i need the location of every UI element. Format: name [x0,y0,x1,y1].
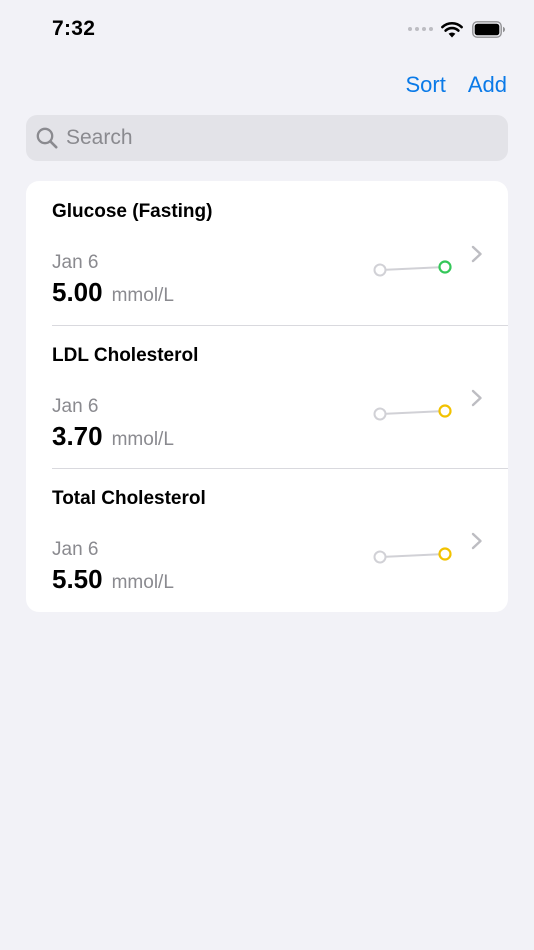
item-unit: mmol/L [111,428,174,450]
item-title: Glucose (Fasting) [52,201,213,222]
item-date: Jan 6 [52,252,99,273]
item-reading: 5.00 mmol/L [52,277,174,308]
add-button[interactable]: Add [468,72,507,98]
latest-value-point [438,403,452,418]
trend-sparkline [373,403,452,420]
item-unit: mmol/L [111,572,174,593]
search-bar[interactable] [26,115,508,161]
status-time: 7:32 [52,17,96,40]
item-reading: 3.70 mmol/L [52,421,174,452]
battery-icon [472,20,505,38]
list-item-total-cholesterol[interactable]: Total Cholesterol Jan 6 5.50 mmol/L [26,468,508,612]
item-value: 5.00 [52,277,103,307]
chevron-right-icon [471,245,482,263]
item-title: LDL Cholesterol [52,344,199,366]
search-icon [36,127,58,149]
item-date: Jan 6 [52,395,99,417]
latest-value-point [438,547,452,561]
nav-actions: Sort Add [405,72,507,98]
item-value: 3.70 [52,420,103,451]
item-unit: mmol/L [111,285,174,306]
status-icons [408,19,506,39]
list-item-glucose[interactable]: Glucose (Fasting) Jan 6 5.00 mmol/L [26,181,508,325]
results-list: Glucose (Fasting) Jan 6 5.00 mmol/L LDL … [26,181,508,612]
trend-sparkline [373,260,452,277]
item-date: Jan 6 [52,539,99,560]
list-item-ldl-cholesterol[interactable]: LDL Cholesterol Jan 6 3.70 mmol/L [26,324,508,469]
item-title: Total Cholesterol [52,488,206,509]
trend-sparkline [373,547,452,564]
chevron-right-icon [471,389,482,406]
cellular-signal-icon [408,27,433,31]
search-input[interactable] [66,126,466,150]
chevron-right-icon [471,532,482,550]
sort-button[interactable]: Sort [405,72,445,98]
item-value: 5.50 [52,564,103,594]
status-bar: 7:32 [0,0,534,58]
item-reading: 5.50 mmol/L [52,564,174,595]
wifi-icon [441,21,463,37]
latest-value-point [438,260,452,274]
